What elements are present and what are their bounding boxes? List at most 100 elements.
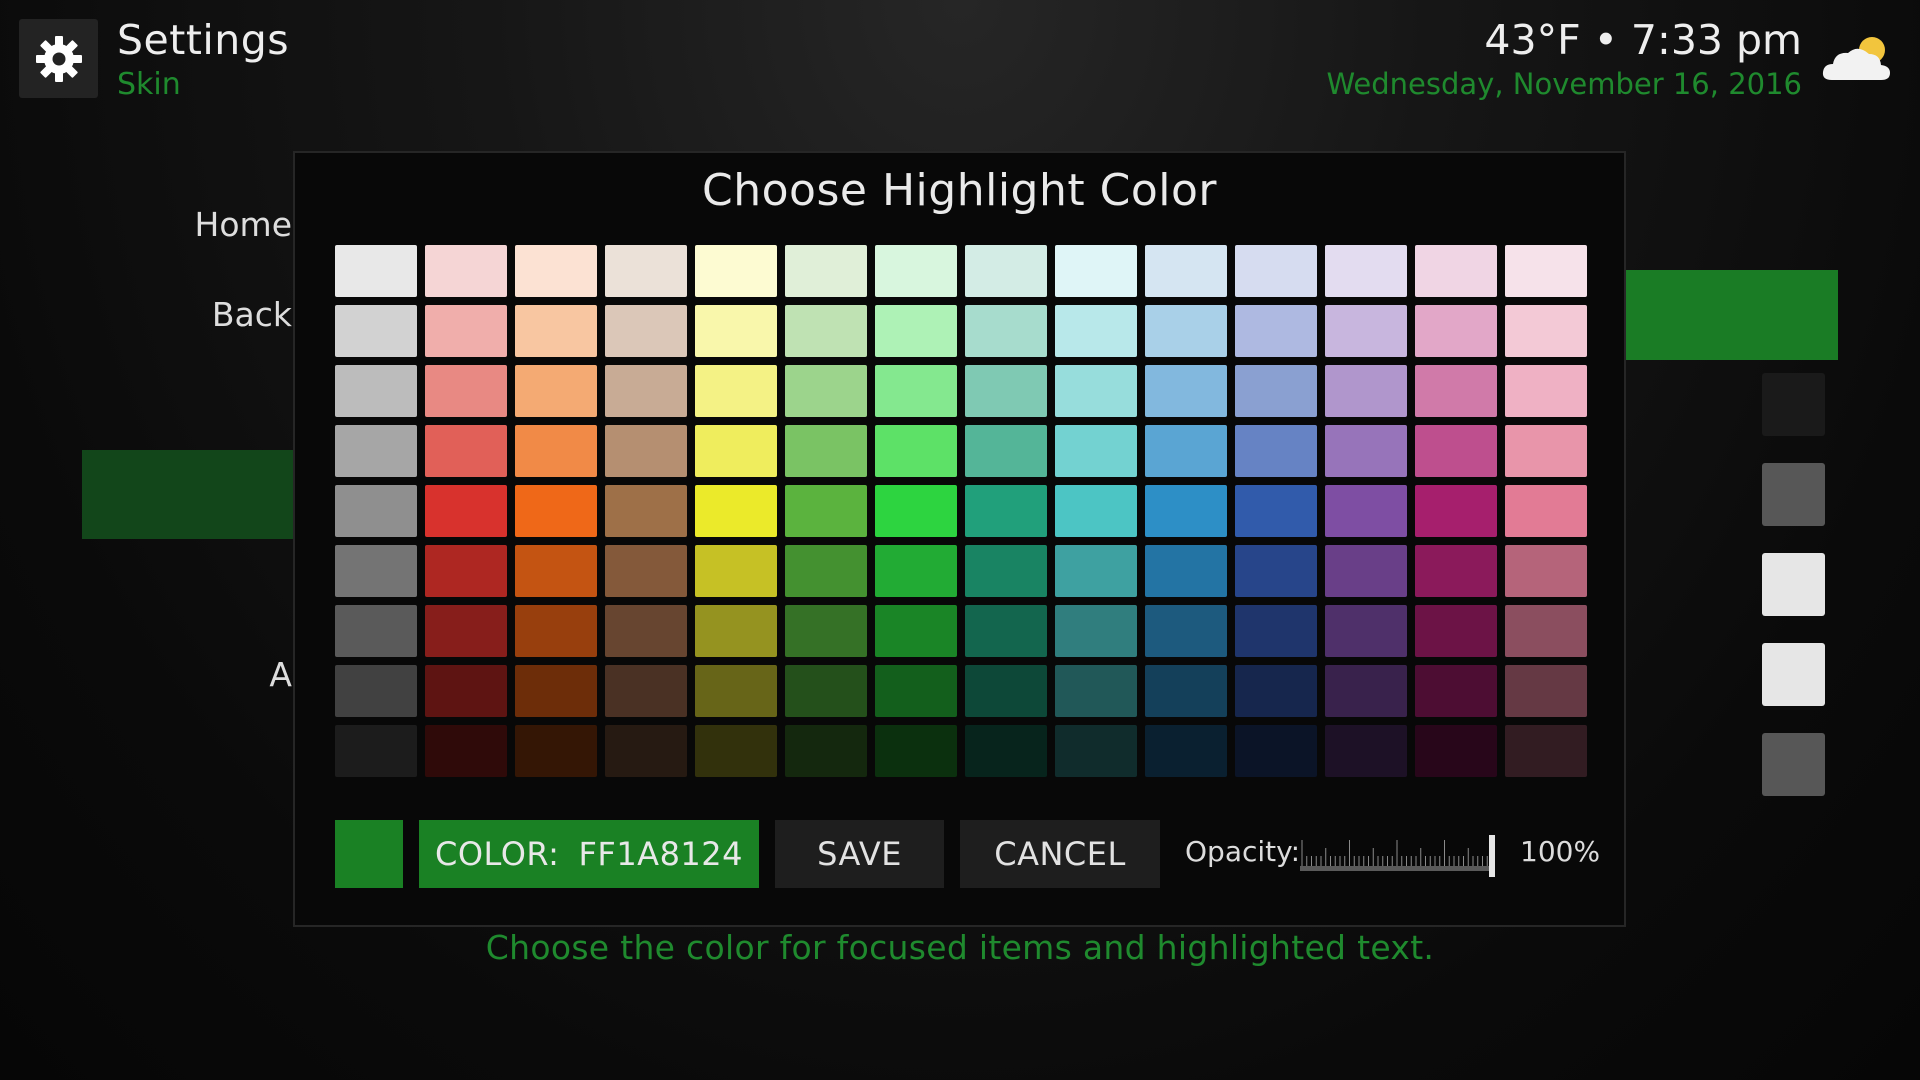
menu-item-back[interactable]: Back xyxy=(92,295,292,334)
color-swatch[interactable] xyxy=(875,365,957,417)
color-swatch[interactable] xyxy=(875,305,957,357)
color-swatch[interactable] xyxy=(605,485,687,537)
color-swatch[interactable] xyxy=(875,665,957,717)
color-swatch[interactable] xyxy=(1325,305,1407,357)
color-swatch[interactable] xyxy=(335,665,417,717)
color-swatch[interactable] xyxy=(965,605,1047,657)
color-swatch[interactable] xyxy=(1415,485,1497,537)
color-swatch[interactable] xyxy=(515,665,597,717)
color-swatch[interactable] xyxy=(515,725,597,777)
color-swatch[interactable] xyxy=(1415,365,1497,417)
color-swatch[interactable] xyxy=(1235,665,1317,717)
color-swatch[interactable] xyxy=(1415,725,1497,777)
color-swatch[interactable] xyxy=(785,365,867,417)
color-swatch[interactable] xyxy=(1055,725,1137,777)
color-hex-field[interactable]: COLOR: FF1A8124 xyxy=(419,820,759,888)
color-swatch[interactable] xyxy=(335,725,417,777)
side-swatch[interactable] xyxy=(1762,463,1825,526)
color-swatch[interactable] xyxy=(695,245,777,297)
color-swatch[interactable] xyxy=(1145,485,1227,537)
color-swatch[interactable] xyxy=(785,605,867,657)
color-swatch[interactable] xyxy=(875,245,957,297)
color-swatch[interactable] xyxy=(1325,665,1407,717)
side-swatch[interactable] xyxy=(1762,284,1825,347)
cancel-button[interactable]: CANCEL xyxy=(960,820,1160,888)
color-swatch[interactable] xyxy=(425,245,507,297)
color-swatch[interactable] xyxy=(965,725,1047,777)
color-swatch[interactable] xyxy=(965,665,1047,717)
color-swatch[interactable] xyxy=(1235,425,1317,477)
side-swatch[interactable] xyxy=(1762,643,1825,706)
color-preview-swatch[interactable] xyxy=(335,820,403,888)
color-swatch[interactable] xyxy=(1145,545,1227,597)
color-swatch[interactable] xyxy=(1505,665,1587,717)
color-swatch[interactable] xyxy=(1415,605,1497,657)
color-swatch[interactable] xyxy=(875,545,957,597)
color-swatch[interactable] xyxy=(425,545,507,597)
color-swatch[interactable] xyxy=(1145,425,1227,477)
color-swatch[interactable] xyxy=(335,425,417,477)
color-swatch[interactable] xyxy=(965,305,1047,357)
color-swatch[interactable] xyxy=(1415,545,1497,597)
color-swatch[interactable] xyxy=(695,425,777,477)
color-swatch[interactable] xyxy=(1235,365,1317,417)
color-swatch[interactable] xyxy=(875,725,957,777)
color-swatch[interactable] xyxy=(1415,305,1497,357)
color-swatch[interactable] xyxy=(1235,725,1317,777)
color-swatch[interactable] xyxy=(1325,725,1407,777)
side-swatch[interactable] xyxy=(1762,373,1825,436)
color-swatch[interactable] xyxy=(515,545,597,597)
color-swatch[interactable] xyxy=(1235,245,1317,297)
color-swatch[interactable] xyxy=(965,245,1047,297)
color-swatch[interactable] xyxy=(1145,605,1227,657)
color-swatch[interactable] xyxy=(605,365,687,417)
color-swatch[interactable] xyxy=(785,485,867,537)
color-swatch[interactable] xyxy=(1415,665,1497,717)
color-swatch[interactable] xyxy=(425,305,507,357)
color-swatch[interactable] xyxy=(335,545,417,597)
color-swatch[interactable] xyxy=(875,485,957,537)
color-swatch[interactable] xyxy=(1055,305,1137,357)
color-swatch[interactable] xyxy=(515,365,597,417)
color-swatch[interactable] xyxy=(605,665,687,717)
color-swatch[interactable] xyxy=(1145,725,1227,777)
color-swatch[interactable] xyxy=(605,245,687,297)
color-swatch[interactable] xyxy=(1235,485,1317,537)
color-swatch[interactable] xyxy=(1325,545,1407,597)
color-swatch[interactable] xyxy=(605,425,687,477)
color-swatch[interactable] xyxy=(1055,545,1137,597)
color-swatch[interactable] xyxy=(1055,365,1137,417)
color-swatch[interactable] xyxy=(1415,245,1497,297)
slider-handle[interactable] xyxy=(1489,835,1495,877)
color-swatch[interactable] xyxy=(335,245,417,297)
color-swatch[interactable] xyxy=(785,665,867,717)
color-swatch[interactable] xyxy=(1325,425,1407,477)
color-swatch[interactable] xyxy=(695,485,777,537)
color-swatch[interactable] xyxy=(1505,365,1587,417)
color-swatch[interactable] xyxy=(335,365,417,417)
color-swatch[interactable] xyxy=(695,605,777,657)
color-swatch[interactable] xyxy=(515,425,597,477)
color-swatch[interactable] xyxy=(605,725,687,777)
menu-item-a[interactable]: A xyxy=(92,655,292,694)
color-swatch[interactable] xyxy=(695,665,777,717)
color-swatch[interactable] xyxy=(1055,665,1137,717)
color-swatch[interactable] xyxy=(1055,485,1137,537)
color-swatch[interactable] xyxy=(1505,425,1587,477)
color-swatch[interactable] xyxy=(335,605,417,657)
color-swatch[interactable] xyxy=(1145,665,1227,717)
color-swatch[interactable] xyxy=(425,425,507,477)
color-swatch[interactable] xyxy=(605,545,687,597)
color-swatch[interactable] xyxy=(425,485,507,537)
save-button[interactable]: SAVE xyxy=(775,820,944,888)
side-swatch[interactable] xyxy=(1762,553,1825,616)
color-swatch[interactable] xyxy=(1235,545,1317,597)
opacity-slider[interactable] xyxy=(1300,832,1500,878)
color-swatch[interactable] xyxy=(1325,605,1407,657)
color-swatch[interactable] xyxy=(1145,365,1227,417)
color-swatch[interactable] xyxy=(515,605,597,657)
color-swatch[interactable] xyxy=(605,305,687,357)
color-swatch[interactable] xyxy=(425,725,507,777)
color-swatch[interactable] xyxy=(785,545,867,597)
color-swatch[interactable] xyxy=(1505,545,1587,597)
